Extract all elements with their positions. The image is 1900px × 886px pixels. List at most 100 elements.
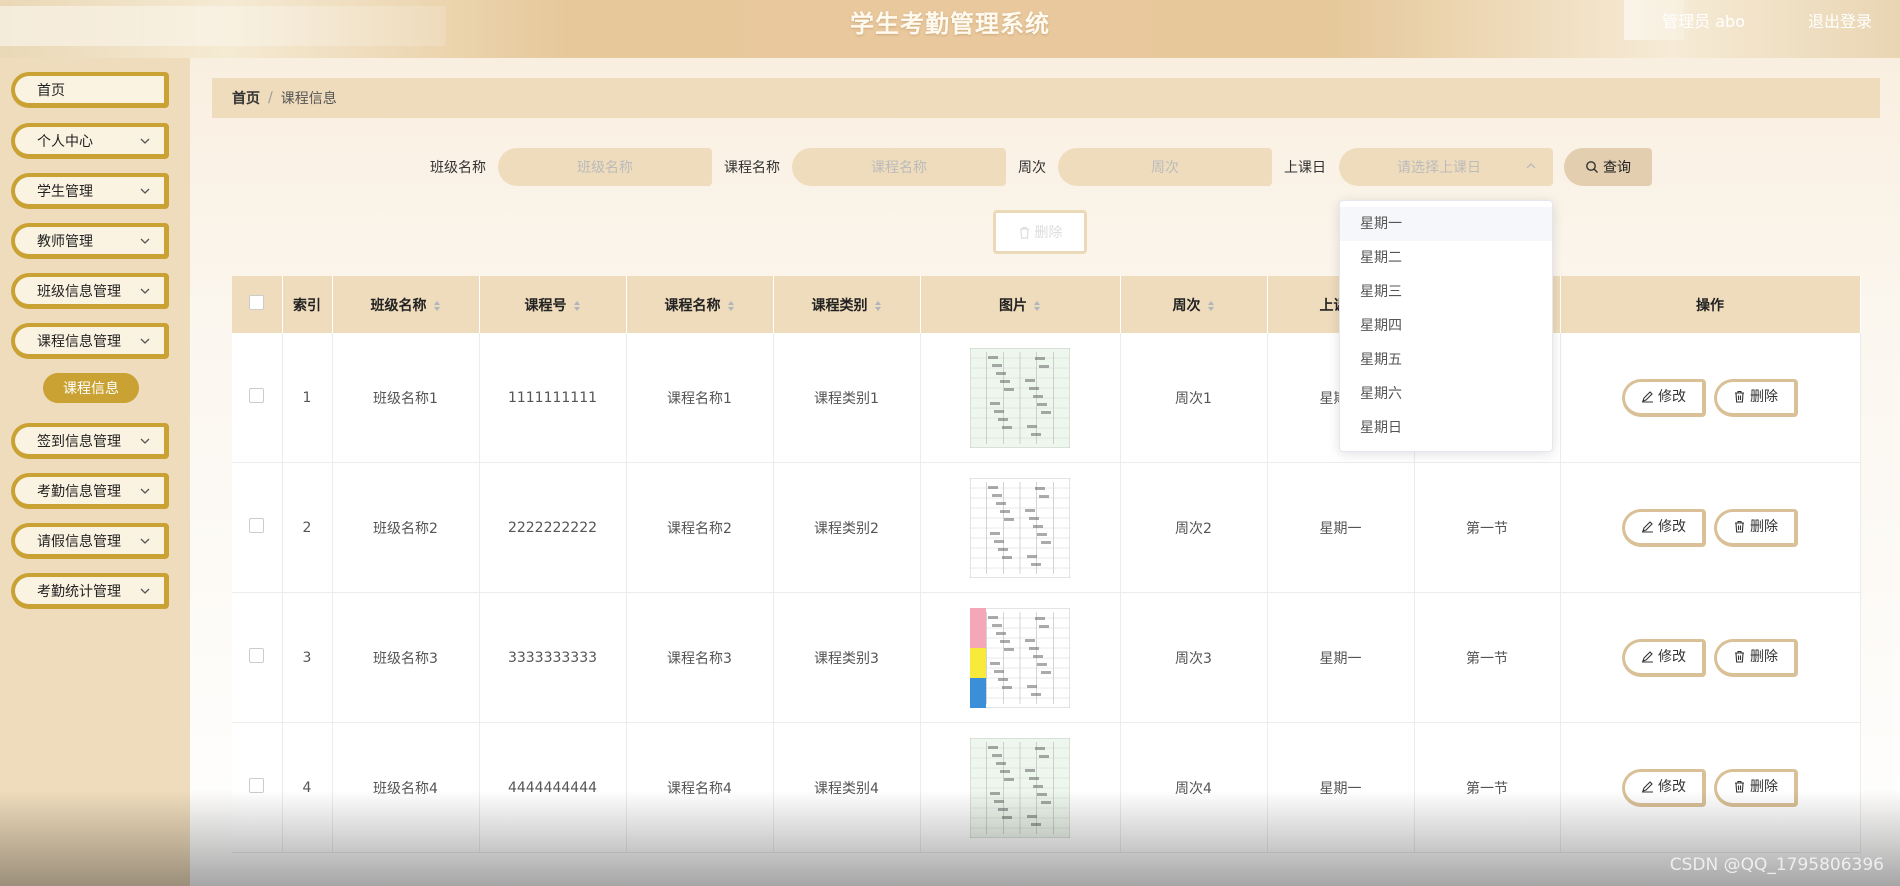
delete-label: 删除 xyxy=(1750,518,1778,535)
cell-actions: 修改 删除 xyxy=(1560,722,1861,853)
row-checkbox[interactable] xyxy=(249,388,265,403)
select-all-checkbox[interactable] xyxy=(249,295,265,310)
logout-link[interactable]: 退出登录 xyxy=(1808,8,1872,32)
col-image[interactable]: 图片 xyxy=(920,276,1121,333)
sidebar-item-2[interactable]: 学生管理 xyxy=(11,173,169,209)
chevron-down-icon xyxy=(140,288,150,294)
edit-button[interactable]: 修改 xyxy=(1622,508,1706,547)
sidebar-item-3[interactable]: 教师管理 xyxy=(11,223,169,259)
query-button-label: 查询 xyxy=(1603,160,1631,176)
class-day-label: 上课日 xyxy=(1284,160,1326,176)
sort-icon[interactable] xyxy=(727,300,735,312)
cell-class-name: 班级名称1 xyxy=(332,333,480,463)
cell-image[interactable] xyxy=(920,333,1121,463)
sort-icon[interactable] xyxy=(1033,300,1041,312)
row-select-cell xyxy=(232,722,283,853)
sidebar-item-8[interactable]: 请假信息管理 xyxy=(11,523,169,559)
cell-week: 周次2 xyxy=(1120,462,1268,593)
sort-icon[interactable] xyxy=(1207,300,1215,312)
sidebar-item-6[interactable]: 签到信息管理 xyxy=(11,423,169,459)
sort-icon[interactable] xyxy=(874,300,882,312)
col-class-name[interactable]: 班级名称 xyxy=(332,276,480,333)
class-day-select[interactable]: 请选择上课日 xyxy=(1339,148,1553,186)
col-category[interactable]: 课程类别 xyxy=(773,276,921,333)
col-class-name-label: 班级名称 xyxy=(370,297,427,314)
row-checkbox[interactable] xyxy=(249,778,265,793)
cell-course-name: 课程名称2 xyxy=(626,462,774,593)
course-table: 索引 班级名称 课程号 课程名称 课程类别 图片 周次 上课日 节次 操作 1班… xyxy=(232,276,1861,853)
cell-class-name: 班级名称2 xyxy=(332,462,480,593)
row-checkbox[interactable] xyxy=(249,518,265,533)
trash-icon xyxy=(1735,390,1744,403)
cell-category: 课程类别3 xyxy=(773,592,921,723)
course-name-input[interactable]: 课程名称 xyxy=(792,148,1006,186)
trash-icon xyxy=(1735,780,1744,793)
class-name-input[interactable]: 班级名称 xyxy=(498,148,712,186)
sidebar-item-label: 学生管理 xyxy=(37,183,93,200)
breadcrumb-separator: / xyxy=(268,90,273,106)
cell-day: 星期一 xyxy=(1267,722,1415,853)
day-option[interactable]: 星期日 xyxy=(1340,411,1552,445)
sidebar-subitem-course-info[interactable]: 课程信息 xyxy=(43,373,139,403)
chevron-down-icon xyxy=(140,538,150,544)
cell-week: 周次1 xyxy=(1120,333,1268,463)
week-input[interactable]: 周次 xyxy=(1058,148,1272,186)
course-image xyxy=(970,477,1070,578)
day-option[interactable]: 星期四 xyxy=(1340,309,1552,343)
cell-category: 课程类别1 xyxy=(773,333,921,463)
cell-image[interactable] xyxy=(920,462,1121,593)
edit-icon xyxy=(1642,521,1653,533)
sidebar-item-label: 签到信息管理 xyxy=(37,433,121,450)
cell-index: 2 xyxy=(282,462,333,593)
cell-actions: 修改 删除 xyxy=(1560,462,1861,593)
day-option[interactable]: 星期三 xyxy=(1340,275,1552,309)
edit-icon xyxy=(1642,651,1653,663)
cell-actions: 修改 删除 xyxy=(1560,592,1861,723)
cell-image[interactable] xyxy=(920,722,1121,853)
sidebar-item-7[interactable]: 考勤信息管理 xyxy=(11,473,169,509)
sidebar-item-4[interactable]: 班级信息管理 xyxy=(11,273,169,309)
day-option[interactable]: 星期五 xyxy=(1340,343,1552,377)
col-course-name[interactable]: 课程名称 xyxy=(626,276,774,333)
cell-index: 1 xyxy=(282,333,333,463)
chevron-down-icon xyxy=(140,138,150,144)
course-name-label: 课程名称 xyxy=(724,160,780,176)
delete-button[interactable]: 删除 xyxy=(1714,638,1798,677)
row-select-cell xyxy=(232,592,283,723)
edit-button[interactable]: 修改 xyxy=(1622,378,1706,417)
delete-button[interactable]: 删除 xyxy=(1714,768,1798,807)
trash-icon xyxy=(1019,226,1029,239)
sidebar-item-5[interactable]: 课程信息管理 xyxy=(11,323,169,359)
day-option[interactable]: 星期一 xyxy=(1340,207,1552,241)
sidebar-item-label: 教师管理 xyxy=(37,233,93,250)
sidebar-item-label: 考勤信息管理 xyxy=(37,483,121,500)
edit-icon xyxy=(1642,781,1653,793)
table-row: 3 班级名称3 3333333333 课程名称3 课程类别3 周次3 星期一 第一节 修改 删除 xyxy=(232,592,1861,723)
day-option[interactable]: 星期六 xyxy=(1340,377,1552,411)
row-checkbox[interactable] xyxy=(249,648,265,663)
delete-button[interactable]: 删除 xyxy=(1714,508,1798,547)
search-icon xyxy=(1586,161,1598,173)
sort-icon[interactable] xyxy=(433,300,441,312)
cell-course-name: 课程名称3 xyxy=(626,592,774,723)
query-button[interactable]: 查询 xyxy=(1564,148,1652,186)
col-course-no-label: 课程号 xyxy=(524,297,567,314)
batch-delete-label: 删除 xyxy=(1034,225,1063,241)
edit-button[interactable]: 修改 xyxy=(1622,768,1706,807)
col-week[interactable]: 周次 xyxy=(1120,276,1268,333)
watermark: CSDN @QQ_1795806396 xyxy=(1669,855,1884,875)
edit-button[interactable]: 修改 xyxy=(1622,638,1706,677)
chevron-down-icon xyxy=(140,238,150,244)
sort-icon[interactable] xyxy=(573,300,581,312)
sidebar-item-9[interactable]: 考勤统计管理 xyxy=(11,573,169,609)
batch-delete-button[interactable]: 删除 xyxy=(993,210,1087,254)
breadcrumb-home[interactable]: 首页 xyxy=(232,88,260,108)
delete-button[interactable]: 删除 xyxy=(1714,378,1798,417)
day-option[interactable]: 星期二 xyxy=(1340,241,1552,275)
chevron-down-icon xyxy=(140,588,150,594)
sidebar-item-1[interactable]: 个人中心 xyxy=(11,123,169,159)
sidebar-item-0[interactable]: 首页 xyxy=(11,72,169,108)
col-course-no[interactable]: 课程号 xyxy=(479,276,627,333)
trash-icon xyxy=(1735,520,1744,533)
cell-image[interactable] xyxy=(920,592,1121,723)
